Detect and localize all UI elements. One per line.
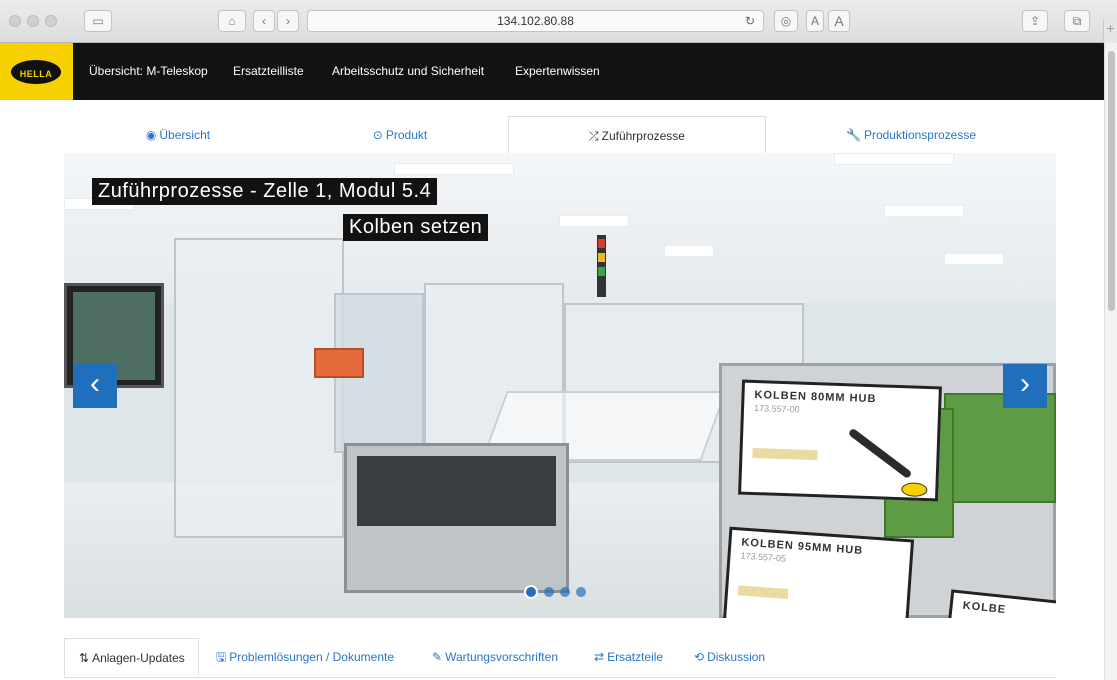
hella-badge <box>901 482 928 498</box>
carousel-prev-button[interactable]: ‹ <box>73 364 117 408</box>
tab-label: Zuführprozesse <box>601 129 685 143</box>
logo[interactable]: HELLA <box>0 43 73 100</box>
page-scrollbar[interactable] <box>1104 43 1117 680</box>
browser-toolbar: ▭ ⌂ ‹ › 134.102.80.88 ↻ ◎ A A ⇪ ⧉ + <box>0 0 1117 44</box>
part-bar <box>737 585 789 599</box>
ceiling-light <box>944 253 1004 265</box>
carousel-caption-subtitle: Kolben setzen <box>343 214 489 241</box>
carousel-indicator[interactable] <box>524 585 538 599</box>
carousel-indicator[interactable] <box>560 587 570 597</box>
zoom-window-button[interactable] <box>45 15 57 27</box>
carousel-caption-title: Zuführprozesse - Zelle 1, Modul 5.4 <box>92 178 438 205</box>
scrollbar-thumb[interactable] <box>1108 51 1115 311</box>
nav-spare-parts-link[interactable]: Ersatzteilliste <box>233 64 304 78</box>
target-icon: ⊙ <box>372 128 383 142</box>
tab-problem-solutions[interactable]: 🖫 Problemlösungen / Dokumente <box>216 638 394 676</box>
assembly-machine-frame <box>174 238 344 538</box>
nav-overview-link[interactable]: Übersicht: M-Teleskop <box>89 64 208 78</box>
carousel-next-button[interactable]: › <box>1003 364 1047 408</box>
red-label-box <box>314 348 364 378</box>
url-text: 134.102.80.88 <box>497 14 574 28</box>
tab-label: Diskussion <box>707 650 766 664</box>
save-icon: 🖫 <box>216 650 227 664</box>
piston-image <box>847 427 913 480</box>
ceiling-light <box>664 245 714 257</box>
tab-discussion[interactable]: ⟲ Diskussion <box>694 638 765 676</box>
detail-tabs: ⇅ Anlagen-Updates 🖫 Problemlösungen / Doku… <box>64 638 1056 678</box>
tabs-overview-icon[interactable]: ⧉ <box>1064 10 1090 32</box>
carousel-indicator[interactable] <box>576 587 586 597</box>
part-label-card: KOLBEN 80MM HUB 173.557-00 <box>738 379 942 502</box>
tab-product[interactable]: ⊙ Produkt <box>292 116 508 154</box>
part-number: 173.557-05 <box>740 550 787 564</box>
tab-label: Ersatzteile <box>607 650 664 664</box>
sidebar-toggle-icon[interactable]: ▭ <box>84 10 112 32</box>
tab-label: Anlagen-Updates <box>92 651 185 665</box>
tab-maintenance-rules[interactable]: ✎ Wartungsvorschriften <box>432 638 558 676</box>
wrench-icon: 🔧 <box>845 128 861 142</box>
part-bar <box>752 447 818 461</box>
tab-label: Produktionsprozesse <box>863 128 976 142</box>
hella-logo-mark: HELLA <box>11 60 61 84</box>
signal-tower <box>597 235 606 297</box>
text-smaller-button[interactable]: A <box>806 10 824 32</box>
tab-label: Übersicht <box>159 128 211 142</box>
ceiling-light <box>559 215 629 227</box>
tab-plant-updates[interactable]: ⇅ Anlagen-Updates <box>64 638 199 676</box>
sort-icon: ⇅ <box>79 651 90 665</box>
forward-icon[interactable]: › <box>277 10 299 32</box>
reload-icon[interactable]: ↻ <box>745 11 755 31</box>
main-navbar: HELLA Übersicht: M-Teleskop Ersatzteilli… <box>0 43 1104 100</box>
tab-label: Problemlösungen / Dokumente <box>229 650 394 664</box>
ceiling-light <box>884 205 964 217</box>
part-label-card: KOLBEN 95MM HUB 173.557-05 <box>722 526 915 618</box>
tab-spare-parts[interactable]: ⇄ Ersatzteile <box>594 638 663 676</box>
pencil-icon: ✎ <box>432 650 443 664</box>
green-crate <box>944 393 1056 503</box>
retweet-icon: ⟲ <box>694 650 705 664</box>
tab-production-processes[interactable]: 🔧 Produktionsprozesse <box>766 116 1056 154</box>
part-number: 173.557-00 <box>753 402 800 415</box>
part-title: KOLBE <box>962 599 1007 617</box>
image-carousel[interactable]: KOLBEN 80MM HUB 173.557-00 KOLBEN 95MM H… <box>64 153 1056 618</box>
carousel-indicator[interactable] <box>544 587 554 597</box>
text-larger-button[interactable]: A <box>828 10 850 32</box>
eye-icon: ◉ <box>145 128 157 142</box>
shuffle-icon: ⤮ <box>589 129 599 143</box>
address-bar[interactable]: 134.102.80.88 ↻ <box>307 10 764 32</box>
exchange-icon: ⇄ <box>594 650 605 664</box>
close-window-button[interactable] <box>9 15 21 27</box>
ceiling-light <box>394 163 514 175</box>
parts-bin <box>344 443 569 593</box>
back-icon[interactable]: ‹ <box>253 10 275 32</box>
ceiling-light <box>834 153 954 165</box>
tab-label: Produkt <box>385 128 428 142</box>
tab-label: Wartungsvorschriften <box>445 650 558 664</box>
compass-icon[interactable]: ◎ <box>774 10 798 32</box>
nav-expert-link[interactable]: Expertenwissen <box>515 64 600 78</box>
new-tab-button[interactable]: + <box>1103 20 1117 44</box>
tab-overview[interactable]: ◉ Übersicht <box>64 116 292 154</box>
tab-feeding-processes[interactable]: ⤮ Zuführprozesse <box>508 116 766 154</box>
share-icon[interactable]: ⇪ <box>1022 10 1048 32</box>
nav-safety-link[interactable]: Arbeitsschutz und Sicherheit <box>332 64 484 78</box>
minimize-window-button[interactable] <box>27 15 39 27</box>
home-icon[interactable]: ⌂ <box>218 10 246 32</box>
